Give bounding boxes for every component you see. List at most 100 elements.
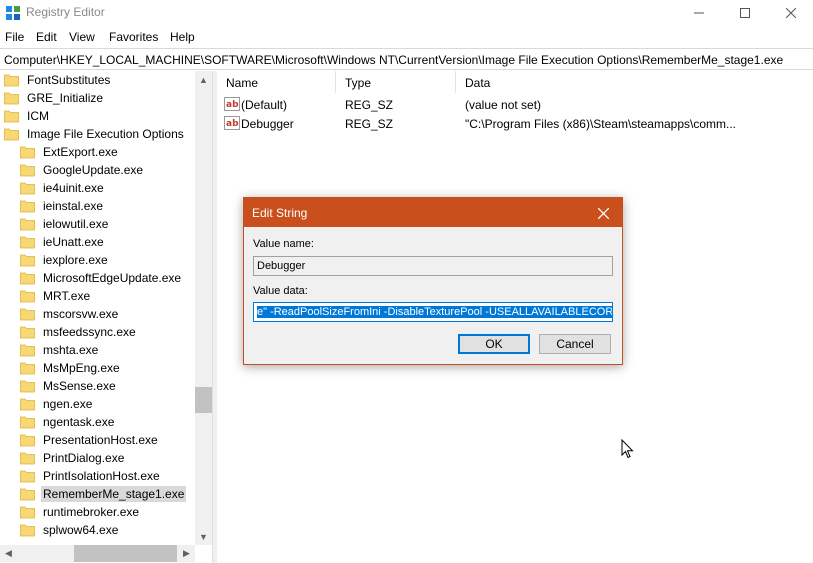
tree-item[interactable]: FontSubstitutes <box>4 71 112 89</box>
menu-edit[interactable]: Edit <box>36 30 57 44</box>
close-button[interactable] <box>768 0 813 26</box>
value-data-text: e" -ReadPoolSizeFromIni -DisableTextureP… <box>257 306 612 318</box>
tree-item[interactable]: mscorsvw.exe <box>20 305 120 323</box>
tree-item-label: MRT.exe <box>43 289 91 303</box>
maximize-button[interactable] <box>722 0 768 26</box>
tree-horizontal-scroll-thumb[interactable] <box>74 545 177 562</box>
tree-item[interactable]: ngentask.exe <box>20 413 116 431</box>
column-header-name[interactable]: Name <box>217 71 336 93</box>
tree-vertical-scrollbar[interactable]: ▲ ▼ <box>195 71 212 545</box>
address-bar[interactable]: Computer\HKEY_LOCAL_MACHINE\SOFTWARE\Mic… <box>0 48 813 70</box>
tree-item[interactable]: GRE_Initialize <box>4 89 105 107</box>
tree-item-label: PrintDialog.exe <box>43 451 125 465</box>
folder-icon <box>20 524 35 537</box>
tree-vertical-scroll-thumb[interactable] <box>195 387 212 413</box>
tree-item[interactable]: iexplore.exe <box>20 251 110 269</box>
list-item[interactable]: ab Debugger REG_SZ "C:\Program Files (x86)\… <box>217 114 813 133</box>
tree-horizontal-scrollbar[interactable]: ◀ ▶ <box>0 545 195 562</box>
tree-item[interactable]: runtimebroker.exe <box>20 503 141 521</box>
registry-editor-icon <box>6 6 20 20</box>
close-icon <box>786 8 796 18</box>
scroll-down-icon[interactable]: ▼ <box>195 528 212 545</box>
address-path[interactable]: Computer\HKEY_LOCAL_MACHINE\SOFTWARE\Mic… <box>4 53 783 67</box>
tree-item-label: FontSubstitutes <box>27 73 111 87</box>
tree-item-label: RememberMe_stage1.exe <box>41 486 187 502</box>
scroll-right-icon[interactable]: ▶ <box>178 545 195 562</box>
folder-icon <box>20 182 35 195</box>
folder-icon <box>20 218 35 231</box>
tree-item[interactable]: ieUnatt.exe <box>20 233 106 251</box>
tree-item[interactable]: ieinstal.exe <box>20 197 105 215</box>
tree-item[interactable]: PresentationHost.exe <box>20 431 160 449</box>
tree-item-label: ngentask.exe <box>43 415 115 429</box>
cancel-button[interactable]: Cancel <box>539 334 611 354</box>
value-name-label: Value name: <box>253 238 314 250</box>
tree-item[interactable]: ie4uinit.exe <box>20 179 106 197</box>
tree-item[interactable]: Image File Execution Options <box>4 125 186 143</box>
value-name-text: Debugger <box>257 260 306 272</box>
dialog-close-button[interactable] <box>594 204 612 222</box>
folder-icon <box>20 470 35 483</box>
tree-item-label: MsSense.exe <box>43 379 116 393</box>
tree-item[interactable]: PrintDialog.exe <box>20 449 126 467</box>
value-type: REG_SZ <box>345 98 394 112</box>
tree-item[interactable]: mshta.exe <box>20 341 100 359</box>
tree-item[interactable]: ICM <box>4 107 51 125</box>
svg-text:ab: ab <box>226 119 239 129</box>
folder-icon <box>20 326 35 339</box>
mouse-cursor-icon <box>621 439 634 459</box>
menu-favorites[interactable]: Favorites <box>109 30 158 44</box>
tree-item-label: ieinstal.exe <box>43 199 104 213</box>
folder-icon <box>20 362 35 375</box>
tree-item[interactable]: PrintIsolationHost.exe <box>20 467 162 485</box>
tree-item[interactable]: splwow64.exe <box>20 521 120 539</box>
ok-button[interactable]: OK <box>458 334 530 354</box>
tree-item-label: ieUnatt.exe <box>43 235 104 249</box>
folder-icon <box>4 110 19 123</box>
value-data: "C:\Program Files (x86)\Steam\steamapps\… <box>465 117 737 131</box>
value-data: (value not set) <box>465 98 542 112</box>
tree-item-label: MsMpEng.exe <box>43 361 120 375</box>
folder-icon <box>20 344 35 357</box>
minimize-button[interactable] <box>676 0 722 26</box>
tree-item[interactable]: ngen.exe <box>20 395 94 413</box>
column-header-data[interactable]: Data <box>456 71 813 93</box>
tree-item-label: mscorsvw.exe <box>43 307 119 321</box>
folder-icon <box>20 506 35 519</box>
list-item[interactable]: ab (Default) REG_SZ (value not set) <box>217 95 813 114</box>
folder-icon <box>20 416 35 429</box>
dialog-title-bar: Edit String <box>244 198 622 227</box>
tree-item[interactable]: MsSense.exe <box>20 377 118 395</box>
tree-item[interactable]: ielowutil.exe <box>20 215 110 233</box>
tree-item-label: msfeedssync.exe <box>43 325 136 339</box>
menu-help[interactable]: Help <box>170 30 195 44</box>
tree-item[interactable]: RememberMe_stage1.exe <box>20 485 187 503</box>
svg-text:ab: ab <box>226 100 239 110</box>
menu-file[interactable]: File <box>5 30 24 44</box>
tree-item-label: MicrosoftEdgeUpdate.exe <box>43 271 182 285</box>
folder-icon <box>4 92 19 105</box>
tree-item-label: Image File Execution Options <box>27 127 184 141</box>
tree-item[interactable]: ExtExport.exe <box>20 143 120 161</box>
key-tree[interactable]: FontSubstitutes GRE_Initialize ICM Image Fi… <box>0 71 212 563</box>
folder-icon <box>20 398 35 411</box>
menu-view[interactable]: View <box>69 30 95 44</box>
menu-bar: File Edit View Favorites Help <box>0 28 813 46</box>
value-data-field[interactable]: e" -ReadPoolSizeFromIni -DisableTextureP… <box>253 302 613 322</box>
value-name-field: Debugger <box>253 256 613 276</box>
folder-icon <box>20 236 35 249</box>
folder-icon <box>20 308 35 321</box>
string-value-icon: ab <box>224 116 240 130</box>
tree-item[interactable]: GoogleUpdate.exe <box>20 161 145 179</box>
tree-item-label: PresentationHost.exe <box>43 433 158 447</box>
string-value-icon: ab <box>224 97 240 111</box>
value-type: REG_SZ <box>345 117 394 131</box>
tree-item[interactable]: MicrosoftEdgeUpdate.exe <box>20 269 183 287</box>
scroll-left-icon[interactable]: ◀ <box>0 545 17 562</box>
tree-item[interactable]: MsMpEng.exe <box>20 359 122 377</box>
tree-item[interactable]: MRT.exe <box>20 287 92 305</box>
column-header-type[interactable]: Type <box>336 71 456 93</box>
scroll-up-icon[interactable]: ▲ <box>195 71 212 88</box>
folder-icon <box>20 434 35 447</box>
tree-item[interactable]: msfeedssync.exe <box>20 323 138 341</box>
